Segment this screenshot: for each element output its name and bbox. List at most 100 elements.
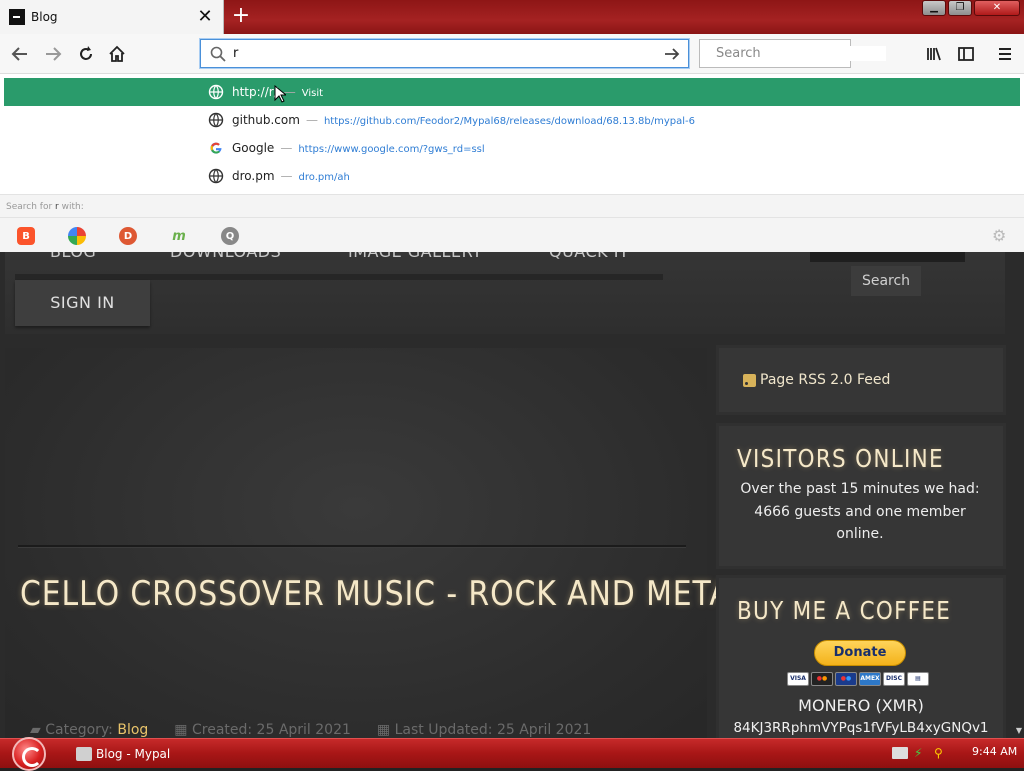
sign-in-button[interactable]: SIGN IN [15,280,150,326]
article-meta: ▰ Category: Blog ▦ Created: 25 April 202… [30,722,591,738]
visitors-title: VISITORS ONLINE [737,444,944,473]
scroll-down-arrow-icon[interactable]: ▼ [1016,726,1022,735]
autocomplete-url: Visit [301,88,324,99]
reload-button[interactable] [74,42,98,66]
window-controls: ▁ ❐ ✕ [922,0,1020,16]
menu-item-blog[interactable]: BLOG [50,252,96,261]
visitors-text: Over the past 15 minutes we had: 4666 gu… [740,481,980,542]
taskbar-item-label: Blog - Mypal [96,747,171,761]
url-autocomplete-popup: http://r/— Visit github.com — https://githu… [0,74,1024,252]
visa-card-icon: VISA [787,672,809,686]
keyboard-icon[interactable] [892,747,908,759]
separator-dash: — [280,141,293,155]
search-input[interactable] [716,46,886,61]
autocomplete-row-github[interactable]: github.com — https://github.com/Feodor2/My… [4,106,1020,134]
visitors-panel: VISITORS ONLINE Over the past 15 minutes… [719,426,1003,566]
search-settings-gear-icon[interactable]: ⚙ [992,228,1008,244]
address-input[interactable] [233,46,660,61]
close-window-button[interactable]: ✕ [974,0,1020,16]
article-title[interactable]: CELLO CROSSOVER MUSIC - ROCK AND METAL [20,574,747,614]
duckduckgo-search-icon[interactable]: D [119,227,137,245]
coffee-panel: BUY ME A COFFEE Donate VISA ●● ●● AMEX D… [719,578,1003,738]
separator-dash: — [280,169,293,183]
menu-item-image-gallery[interactable]: IMAGE GALLERY [348,252,482,261]
autocomplete-title: http://r/ [232,85,278,99]
autocomplete-title: dro.pm [232,169,275,183]
category-link[interactable]: Blog [117,722,148,738]
search-with-term: r [55,202,59,212]
forward-button[interactable] [41,42,65,66]
autocomplete-title: Google [232,141,275,155]
reload-icon [80,46,92,60]
google-icon [208,140,224,156]
amex-card-icon: AMEX [859,672,881,686]
article-panel [5,348,707,738]
rss-label: Page RSS 2.0 Feed [760,372,891,388]
start-button[interactable] [12,737,46,771]
home-button[interactable] [105,42,129,66]
separator-dash: — [305,113,318,127]
rss-icon [743,373,756,387]
sidebar-icon [958,47,974,61]
new-tab-button[interactable]: + [228,2,254,30]
search-with-prefix: Search for [6,202,53,212]
monero-label: MONERO (XMR) [798,696,924,715]
globe-icon [208,168,224,184]
tab-close-icon[interactable]: ✕ [195,7,215,27]
created-date: Created: 25 April 2021 [191,722,351,738]
globe-icon [208,84,224,100]
address-bar[interactable] [200,39,689,68]
library-button[interactable] [922,42,946,66]
search-with-label: Search for r with: [0,194,1024,218]
search-engine-icon[interactable]: Q [221,227,239,245]
autocomplete-title: github.com [232,113,300,127]
taskbar-item-mypal[interactable]: Blog - Mypal [76,743,170,765]
menu-item-quack-it[interactable]: QUACK IT [549,252,629,261]
site-search-button[interactable]: Search [851,266,921,296]
forward-arrow-icon [46,47,62,61]
site-search-field[interactable] [810,252,965,262]
back-arrow-icon [11,47,27,61]
rss-link[interactable]: Page RSS 2.0 Feed [743,372,890,388]
autocomplete-url: https://github.com/Feodor2/Mypal68/relea… [323,116,695,127]
payment-cards: VISA ●● ●● AMEX DISC ▤ [787,672,929,686]
minimize-button[interactable]: ▁ [922,0,946,16]
menu-item-downloads[interactable]: DOWNLOADS [170,252,281,261]
mastercard-icon: ●● [811,672,833,686]
maestro-card-icon: ●● [835,672,857,686]
navigation-toolbar [0,34,1024,74]
discover-card-icon: DISC [883,672,905,686]
back-button[interactable] [8,42,32,66]
web-page: BLOG DOWNLOADS IMAGE GALLERY QUACK IT Se… [0,252,1024,738]
menu-button[interactable] [993,42,1017,66]
mouse-cursor-icon [274,85,286,103]
calendar-icon: ▦ [376,722,391,738]
hamburger-menu-icon [999,48,1011,60]
globe-icon [208,112,224,128]
search-with-suffix: with: [61,202,84,212]
coffee-title: BUY ME A COFFEE [737,596,952,625]
autocomplete-url: https://www.google.com/?gws_rd=ssl [298,144,485,155]
rss-panel: Page RSS 2.0 Feed [719,348,1003,412]
search-bar[interactable] [699,39,886,68]
sidebar-button[interactable] [954,42,978,66]
brave-search-icon[interactable]: B [17,227,35,245]
qwant-search-icon[interactable] [68,227,86,245]
donate-button[interactable]: Donate [814,640,906,666]
mojeek-search-icon[interactable]: m [170,227,188,245]
tab-title: Blog [31,10,58,24]
clock: 9:44 AM [972,745,1018,758]
home-icon [109,45,125,62]
network-icon[interactable]: ⚡ [914,747,928,759]
category-label: Category: [45,722,113,738]
go-arrow-icon[interactable] [660,46,684,62]
autocomplete-row-dro[interactable]: dro.pm — dro.pm/ah [4,162,1020,190]
one-off-search-engines: B D m Q ⚙ [0,218,1024,252]
tab-blog[interactable]: Blog ✕ [0,0,224,34]
autocomplete-row-visit[interactable]: http://r/— Visit [4,78,1020,106]
monero-address: 84KJ3RRphmVYPqs1fVFyLB4xyGNQv1 [733,720,989,736]
autocomplete-row-google[interactable]: Google — https://www.google.com/?gws_rd=ss… [4,134,1020,162]
restore-button[interactable]: ❐ [948,0,972,16]
search-tray-icon[interactable]: ⚲ [934,747,948,759]
autocomplete-url: dro.pm/ah [298,172,350,183]
